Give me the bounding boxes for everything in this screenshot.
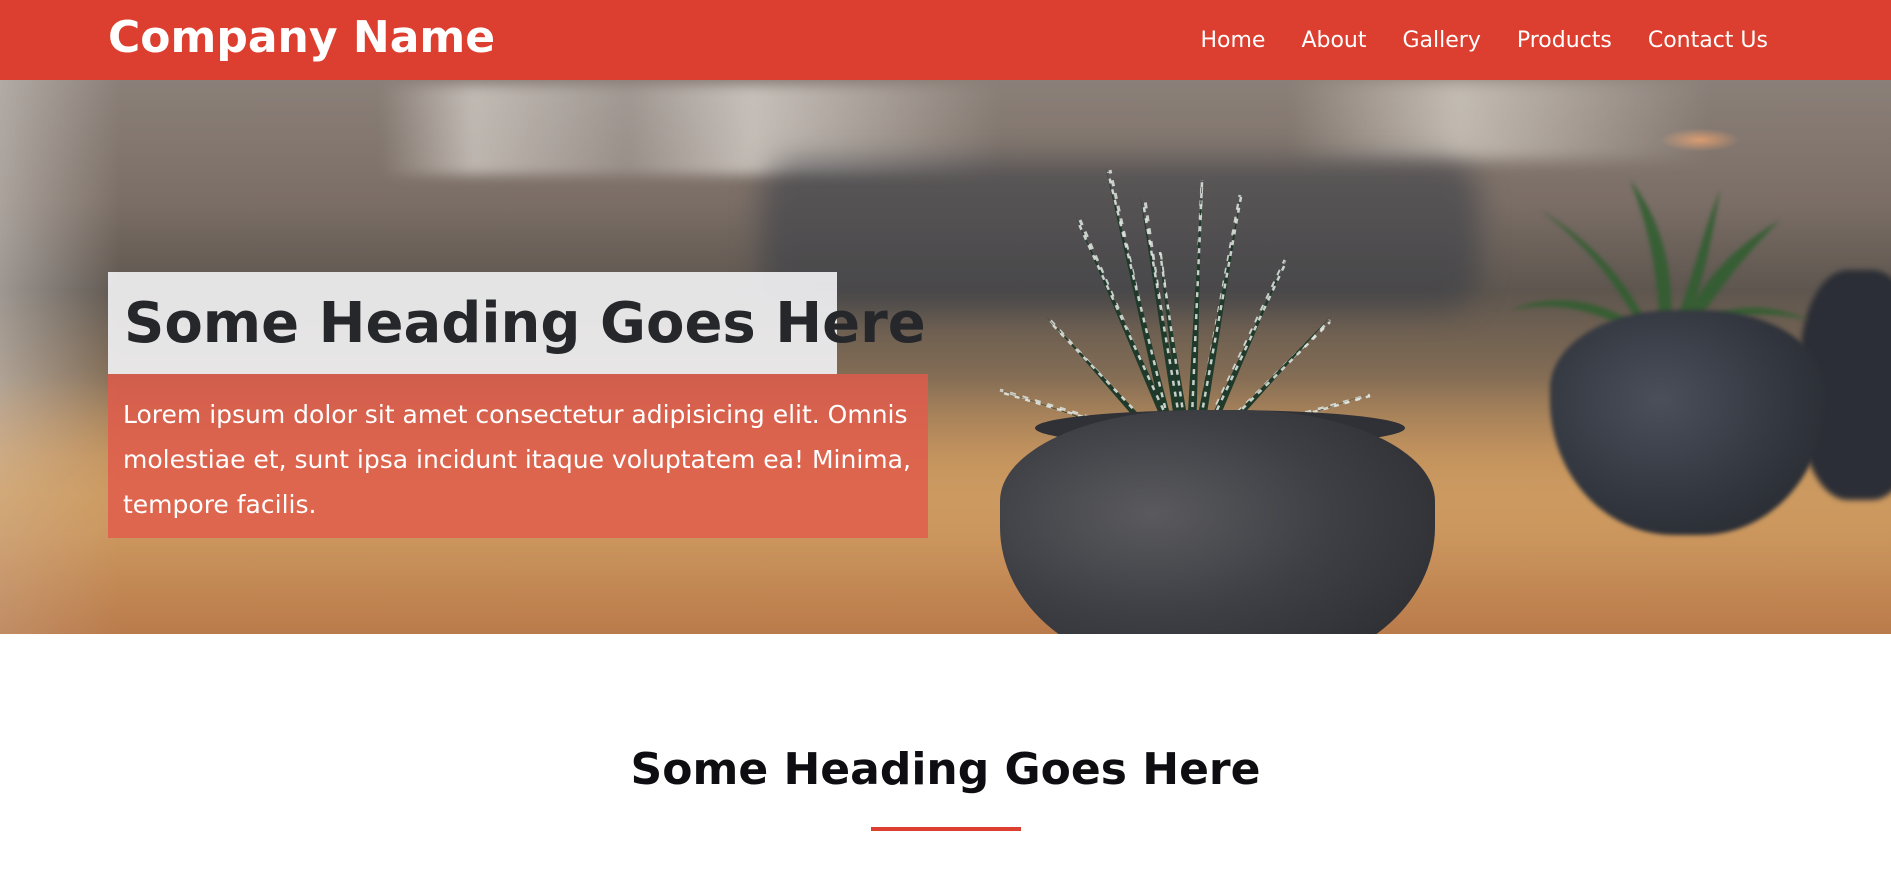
hero-text-panel: Lorem ipsum dolor sit amet consectetur a…	[108, 374, 928, 538]
succulent-plant-image	[995, 165, 1375, 450]
hero-background-windows-right	[1290, 80, 1710, 160]
nav-link-products[interactable]: Products	[1517, 28, 1612, 53]
nav-link-about[interactable]: About	[1301, 28, 1366, 53]
navbar: Company Name Home About Gallery Products…	[0, 0, 1891, 80]
nav-item-products: Products	[1517, 28, 1612, 53]
plant-pot	[1000, 410, 1435, 634]
nav-item-contact-us: Contact Us	[1648, 28, 1768, 53]
nav-link-contact-us[interactable]: Contact Us	[1648, 28, 1768, 53]
nav-link-home[interactable]: Home	[1200, 28, 1265, 53]
nav-link-gallery[interactable]: Gallery	[1402, 28, 1480, 53]
section-title: Some Heading Goes Here	[630, 744, 1261, 795]
nav-menu: Home About Gallery Products Contact Us	[1200, 0, 1768, 80]
nav-item-about: About	[1301, 28, 1366, 53]
nav-item-home: Home	[1200, 28, 1265, 53]
nav-item-gallery: Gallery	[1402, 28, 1480, 53]
hero-banner: Some Heading Goes Here Lorem ipsum dolor…	[0, 80, 1891, 634]
hero-description: Lorem ipsum dolor sit amet consectetur a…	[123, 400, 911, 519]
brand-logo-link[interactable]: Company Name	[108, 8, 495, 68]
hero-title: Some Heading Goes Here	[124, 291, 926, 356]
section-divider	[871, 827, 1021, 831]
